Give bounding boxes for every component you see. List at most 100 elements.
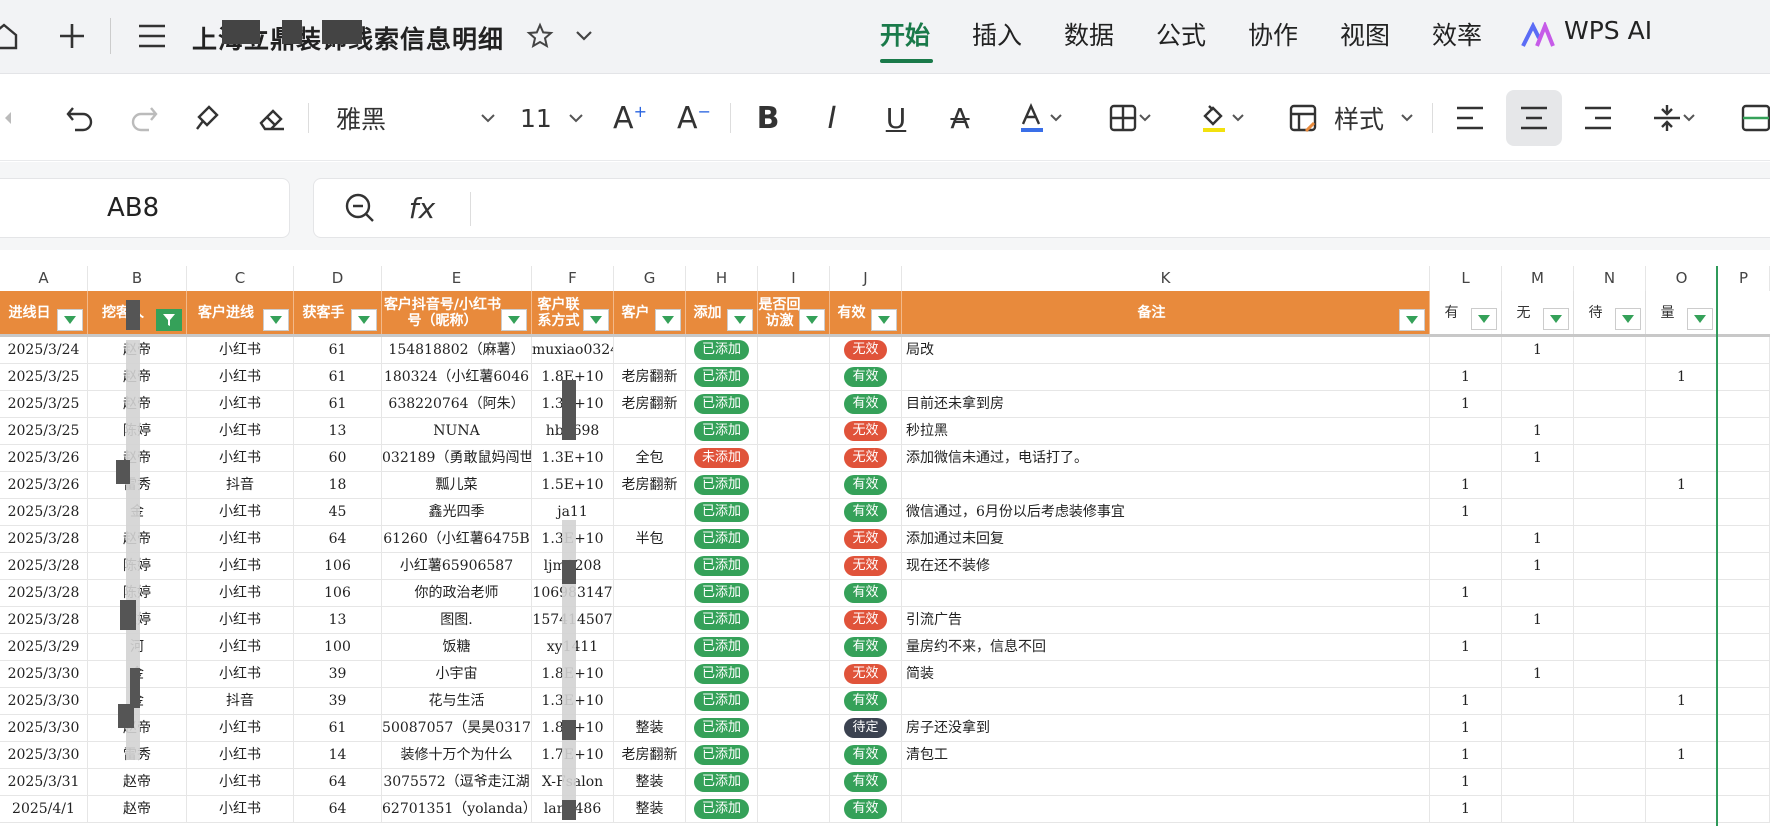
cell-c[interactable]: 小红书 [187, 634, 294, 661]
cell-o[interactable] [1646, 337, 1718, 364]
table-row[interactable]: 2025/3/30金小红书39小宇宙1.8E+10已添加无效简装1 [0, 661, 1770, 688]
cell-p[interactable] [1718, 364, 1770, 391]
cell-l[interactable]: 1 [1430, 715, 1502, 742]
cell-e[interactable]: 62701351（yolanda） [382, 796, 532, 823]
cell-j[interactable]: 无效 [830, 445, 902, 472]
cell-d[interactable]: 106 [294, 580, 382, 607]
cell-d[interactable]: 64 [294, 796, 382, 823]
cell-m[interactable]: 1 [1502, 445, 1574, 472]
tab-data[interactable]: 数据 [1064, 16, 1114, 52]
cell-g[interactable] [614, 499, 686, 526]
cell-k[interactable]: 清包工 [902, 742, 1430, 769]
cell-j[interactable]: 无效 [830, 526, 902, 553]
filter-dropdown-icon[interactable] [501, 309, 527, 331]
table-header-cell[interactable]: 待 [1574, 291, 1646, 335]
merge-cells-icon[interactable] [1740, 98, 1770, 138]
cell-e[interactable]: 032189（勇敢鼠妈闯世 [382, 445, 532, 472]
table-row[interactable]: 2025/3/28金小红书45鑫光四季ja11已添加有效微信通过，6月份以后考虑… [0, 499, 1770, 526]
cell-p[interactable] [1718, 769, 1770, 796]
filter-dropdown-icon[interactable] [263, 309, 289, 331]
cell-i[interactable] [758, 796, 830, 823]
table-header-cell[interactable]: 客户 [614, 291, 686, 335]
column-header-c[interactable]: C [187, 266, 294, 291]
cell-l[interactable]: 1 [1430, 391, 1502, 418]
cell-p[interactable] [1718, 715, 1770, 742]
eraser-icon[interactable] [252, 98, 292, 138]
column-header-k[interactable]: K [902, 266, 1430, 291]
cell-n[interactable] [1574, 796, 1646, 823]
fx-icon[interactable]: fx [404, 190, 440, 226]
cell-j[interactable]: 有效 [830, 796, 902, 823]
cell-g[interactable]: 老房翻新 [614, 364, 686, 391]
style-dropdown[interactable]: 样式 [1288, 98, 1414, 138]
cell-e[interactable]: 你的政治老师 [382, 580, 532, 607]
cell-i[interactable] [758, 445, 830, 472]
cell-j[interactable]: 有效 [830, 472, 902, 499]
star-icon[interactable] [522, 18, 558, 54]
cell-c[interactable]: 小红书 [187, 769, 294, 796]
table-row[interactable]: 2025/3/29河小红书100饭糖xy1411已添加有效量房约不来，信息不回1 [0, 634, 1770, 661]
cell-l[interactable] [1430, 553, 1502, 580]
cell-m[interactable]: 1 [1502, 418, 1574, 445]
cell-i[interactable] [758, 499, 830, 526]
cell-k[interactable]: 引流广告 [902, 607, 1430, 634]
cell-g[interactable]: 整装 [614, 796, 686, 823]
cell-m[interactable]: 1 [1502, 661, 1574, 688]
cell-a[interactable]: 2025/3/30 [0, 715, 88, 742]
filter-dropdown-icon[interactable] [1687, 308, 1713, 330]
cell-i[interactable] [758, 607, 830, 634]
cell-p[interactable] [1718, 796, 1770, 823]
filter-dropdown-icon[interactable] [351, 309, 377, 331]
vertical-align-icon[interactable] [1642, 98, 1706, 138]
cell-j[interactable]: 有效 [830, 688, 902, 715]
cell-j[interactable]: 无效 [830, 553, 902, 580]
cell-m[interactable] [1502, 688, 1574, 715]
column-header-d[interactable]: D [294, 266, 382, 291]
cell-i[interactable] [758, 553, 830, 580]
cell-d[interactable]: 45 [294, 499, 382, 526]
cell-j[interactable]: 有效 [830, 391, 902, 418]
menu-icon[interactable] [134, 18, 170, 54]
cell-m[interactable] [1502, 796, 1574, 823]
cell-g[interactable] [614, 418, 686, 445]
formula-input[interactable] [313, 178, 1770, 238]
cell-e[interactable]: 装修十万个为什么 [382, 742, 532, 769]
table-row[interactable]: 2025/3/26雷秀抖音18瓢儿菜1.5E+10老房翻新已添加有效11 [0, 472, 1770, 499]
table-row[interactable]: 2025/3/30赵帝小红书6150087057（昊昊03171.8E+10整装… [0, 715, 1770, 742]
cell-a[interactable]: 2025/4/1 [0, 796, 88, 823]
cell-c[interactable]: 小红书 [187, 445, 294, 472]
cell-name-box[interactable]: AB8 [0, 178, 290, 238]
cell-b[interactable]: 赵帝 [88, 769, 187, 796]
table-row[interactable]: 2025/3/28陈婷小红书13图图.157414507已添加无效引流广告1 [0, 607, 1770, 634]
cell-p[interactable] [1718, 661, 1770, 688]
cell-m[interactable]: 1 [1502, 553, 1574, 580]
table-row[interactable]: 2025/3/28陈婷小红书106小红薯65906587ljm0208已添加无效… [0, 553, 1770, 580]
cell-g[interactable] [614, 337, 686, 364]
cell-i[interactable] [758, 418, 830, 445]
format-painter-icon[interactable] [188, 98, 228, 138]
cell-d[interactable]: 106 [294, 553, 382, 580]
cell-g[interactable] [614, 634, 686, 661]
tab-efficiency[interactable]: 效率 [1432, 16, 1482, 52]
cell-k[interactable]: 房子还没拿到 [902, 715, 1430, 742]
cell-m[interactable] [1502, 364, 1574, 391]
cell-k[interactable] [902, 769, 1430, 796]
cell-l[interactable]: 1 [1430, 634, 1502, 661]
column-header-j[interactable]: J [830, 266, 902, 291]
filter-dropdown-icon[interactable] [1543, 308, 1569, 330]
cell-n[interactable] [1574, 769, 1646, 796]
cell-a[interactable]: 2025/3/26 [0, 472, 88, 499]
undo-icon[interactable] [60, 98, 100, 138]
cell-f[interactable]: 1.3E+10 [532, 445, 614, 472]
cell-n[interactable] [1574, 499, 1646, 526]
cell-k[interactable] [902, 688, 1430, 715]
cell-d[interactable]: 64 [294, 526, 382, 553]
filter-dropdown-icon[interactable] [57, 309, 83, 331]
cell-h[interactable]: 已添加 [686, 337, 758, 364]
cell-g[interactable] [614, 553, 686, 580]
filter-dropdown-icon[interactable] [799, 309, 825, 331]
cell-c[interactable]: 小红书 [187, 418, 294, 445]
cell-o[interactable]: 1 [1646, 472, 1718, 499]
cell-c[interactable]: 小红书 [187, 391, 294, 418]
home-icon[interactable] [0, 18, 22, 54]
